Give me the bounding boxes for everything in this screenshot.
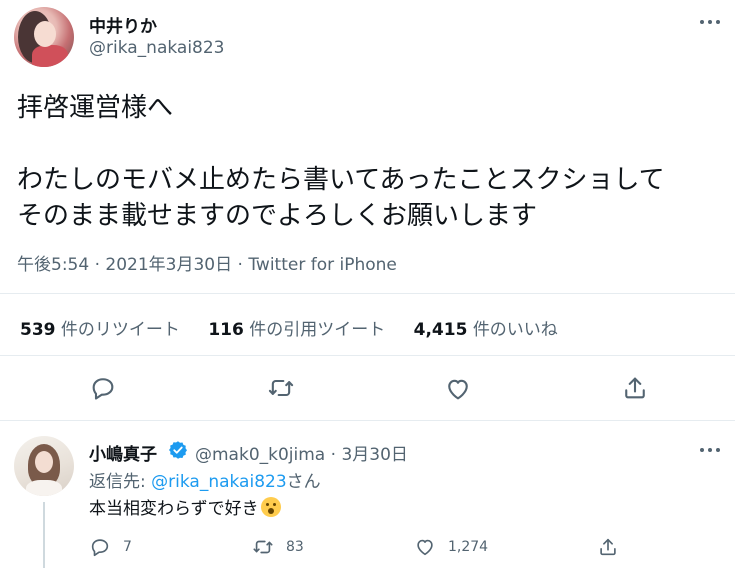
share-icon[interactable] [621,374,649,402]
replying-to-prefix: 返信先: [89,472,146,492]
meta-separator: · [94,255,100,275]
reply-count: 7 [123,539,132,555]
meta-separator: · [237,255,243,275]
reply-author-display-name[interactable]: 小嶋真子 [89,440,157,465]
quote-count-label: 件の引用ツイート [249,320,386,340]
tweet-text: 拝啓運営様へ わたしのモバメ止めたら書いてあったことスクショして そのまま載せま… [17,93,665,231]
avatar-body [26,480,62,496]
like-action[interactable]: 1,274 [414,535,488,559]
retweet-count: 83 [286,539,304,555]
avatar[interactable] [14,7,74,67]
like-count-link[interactable]: 4,415 件のいいね [414,320,558,340]
tweet-time[interactable]: 午後5:54 [17,255,89,275]
like-count: 1,274 [448,539,489,555]
like-icon [417,539,433,556]
avatar-face [35,451,53,473]
astonished-face-emoji [260,497,281,517]
quote-count: 116 [208,320,244,340]
retweet-count: 539 [20,320,56,340]
avatar-face [34,21,56,47]
quote-count-link[interactable]: 116 件の引用ツイート [208,320,385,340]
share-action[interactable] [597,535,619,559]
thread-line [43,502,45,568]
divider [0,420,735,421]
reply-avatar[interactable] [14,436,74,496]
tweet-date[interactable]: 2021年3月30日 [105,255,232,275]
verified-badge-icon [169,441,187,459]
avatar-dress [32,45,68,67]
share-icon [600,538,616,556]
like-icon[interactable] [444,375,472,403]
more-icon[interactable] [697,12,723,32]
reply-author-handle[interactable]: @mak0_k0jima [195,445,325,465]
reply-date[interactable]: 3月30日 [341,445,407,465]
retweet-icon [253,540,273,554]
replying-to: 返信先: @rika_nakai823さん [89,467,321,492]
reply-action[interactable]: 7 [89,535,132,559]
tweet-source[interactable]: Twitter for iPhone [248,255,397,275]
divider [0,355,735,356]
author-display-name[interactable]: 中井りか [89,12,157,37]
like-count-label: 件のいいね [472,320,558,340]
reply-text: 本当相変わらずで好き [89,494,281,519]
retweet-icon[interactable] [267,374,295,402]
retweet-action[interactable]: 83 [252,535,304,559]
replying-to-mention[interactable]: @rika_nakai823 [151,472,287,492]
engagement-stats: 539 件のリツイート 116 件の引用ツイート 4,415 件のいいね [20,315,581,340]
retweet-count-label: 件のリツイート [60,320,180,340]
reply-handle-line: @mak0_k0jima · 3月30日 [195,440,408,465]
replying-to-suffix: さん [286,472,321,492]
divider [0,293,735,294]
reply-icon[interactable] [89,374,117,402]
meta-separator: · [330,445,337,465]
author-handle[interactable]: @rika_nakai823 [89,38,225,58]
reply-text-content: 本当相変わらずで好き [89,499,259,519]
tweet-metadata: 午後5:54 · 2021年3月30日 · Twitter for iPhone [17,250,397,275]
like-count: 4,415 [413,320,468,340]
more-icon[interactable] [697,440,723,460]
retweet-count-link[interactable]: 539 件のリツイート [20,320,180,340]
reply-icon [91,539,109,557]
